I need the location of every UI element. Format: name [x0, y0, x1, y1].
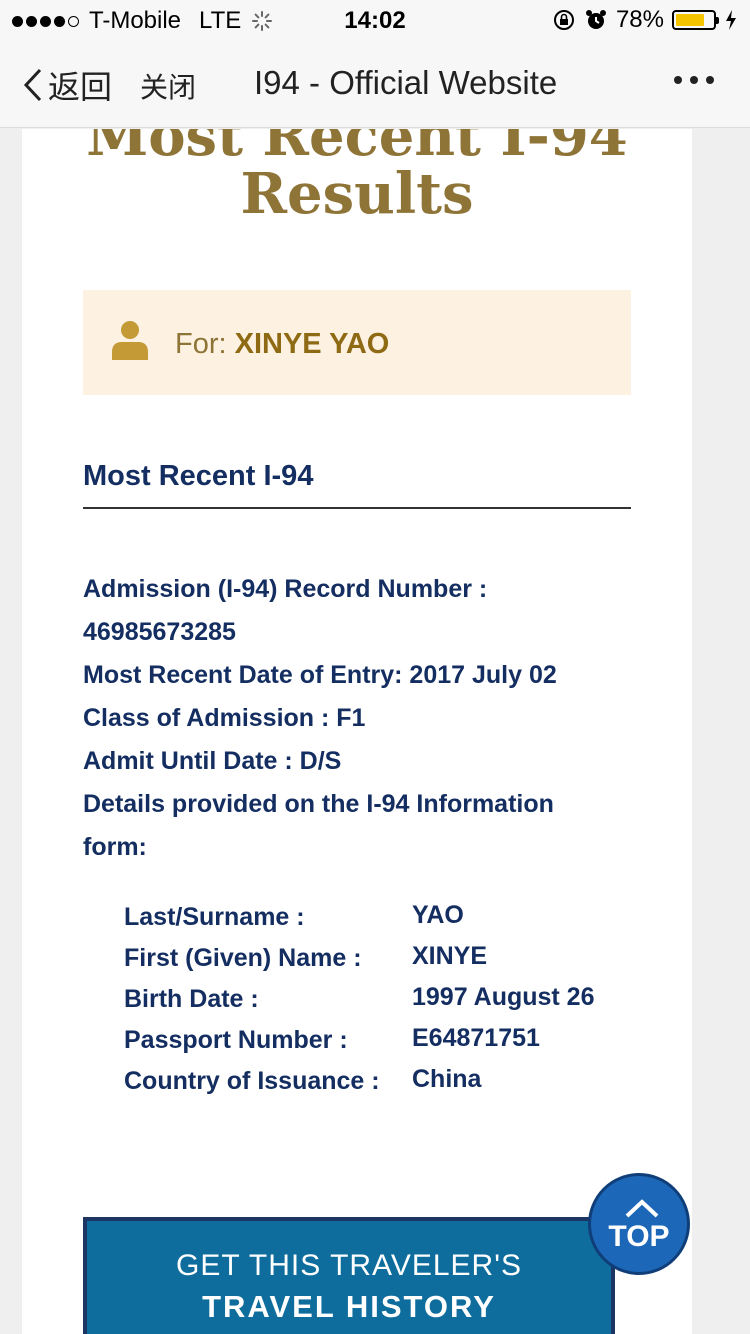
date-of-entry: Most Recent Date of Entry: 2017 July 02 — [83, 661, 557, 689]
form-label: Passport Number : — [124, 1026, 348, 1054]
back-button[interactable]: 返回 — [22, 62, 112, 108]
nav-bar: 返回 关闭 I94 - Official Website — [0, 40, 750, 128]
form-row-passport: Passport Number : E64871751 — [124, 1024, 644, 1067]
page-title: Most Recent I-94 Results — [22, 129, 692, 223]
form-value: E64871751 — [412, 1024, 540, 1052]
signal-strength-icon — [12, 15, 79, 27]
page-title-line1: Most Recent I-94 — [86, 129, 628, 169]
form-row-given-name: First (Given) Name : XINYE — [124, 942, 644, 985]
section-heading: Most Recent I-94 — [83, 460, 631, 509]
form-row-country: Country of Issuance : China — [124, 1065, 644, 1108]
chevron-left-icon — [23, 68, 42, 102]
page-title-line2: Results — [240, 161, 474, 227]
cta-line2: TRAVEL HISTORY — [202, 1289, 496, 1324]
record-number-value: 46985673285 — [83, 618, 236, 646]
form-value: YAO — [412, 901, 464, 929]
loading-spinner-icon — [252, 11, 273, 31]
more-dot-icon — [690, 76, 698, 84]
battery-icon — [672, 10, 719, 30]
details-intro-line2: form: — [83, 833, 147, 861]
battery-percent: 78% — [615, 6, 664, 33]
form-row-surname: Last/Surname : YAO — [124, 901, 644, 944]
alarm-icon — [585, 10, 606, 29]
more-dot-icon — [674, 76, 682, 84]
traveler-for-text: For: XINYE YAO — [175, 328, 389, 361]
travel-history-button[interactable]: GET THIS TRAVELER'S TRAVEL HISTORY — [83, 1217, 615, 1334]
battery-fill — [676, 14, 705, 26]
traveler-name: XINYE YAO — [234, 328, 390, 360]
nav-title: I94 - Official Website — [254, 64, 558, 101]
form-value: XINYE — [412, 942, 488, 970]
details-intro-line1: Details provided on the I-94 Information — [83, 790, 554, 818]
for-prefix: For: — [175, 328, 227, 360]
form-label: First (Given) Name : — [124, 944, 362, 972]
network-label: LTE — [199, 7, 242, 34]
charging-icon — [726, 10, 736, 30]
scroll-to-top-button[interactable]: TOP — [588, 1173, 690, 1275]
i94-details: Admission (I-94) Record Number : 4698567… — [83, 568, 631, 869]
top-label: TOP — [608, 1220, 670, 1253]
carrier-label: T-Mobile — [89, 7, 182, 34]
more-options-button[interactable] — [674, 66, 714, 94]
page-content: Most Recent I-94 Results For: XINYE YAO … — [22, 129, 692, 1334]
class-of-admission: Class of Admission : F1 — [83, 704, 366, 732]
record-number-label: Admission (I-94) Record Number : — [83, 575, 488, 603]
form-details-table: Last/Surname : YAO First (Given) Name : … — [124, 901, 644, 1108]
more-dot-icon — [706, 76, 714, 84]
form-label: Birth Date : — [124, 985, 259, 1013]
back-label: 返回 — [48, 69, 113, 105]
form-label: Last/Surname : — [124, 903, 305, 931]
close-button[interactable]: 关闭 — [140, 66, 196, 106]
cta-line1: GET THIS TRAVELER'S — [176, 1249, 522, 1282]
traveler-banner: For: XINYE YAO — [83, 290, 631, 395]
status-bar: T-Mobile LTE 14:02 78% — [0, 0, 750, 40]
chevron-up-icon — [625, 1199, 659, 1218]
form-label: Country of Issuance : — [124, 1067, 380, 1095]
status-right: 78% — [552, 6, 738, 34]
form-value: China — [412, 1065, 482, 1093]
rotation-lock-icon — [553, 10, 574, 30]
person-icon — [112, 321, 148, 360]
admit-until-date: Admit Until Date : D/S — [83, 747, 342, 775]
form-row-birth-date: Birth Date : 1997 August 26 — [124, 983, 644, 1026]
form-value: 1997 August 26 — [412, 983, 595, 1011]
status-left: T-Mobile LTE — [12, 7, 273, 35]
